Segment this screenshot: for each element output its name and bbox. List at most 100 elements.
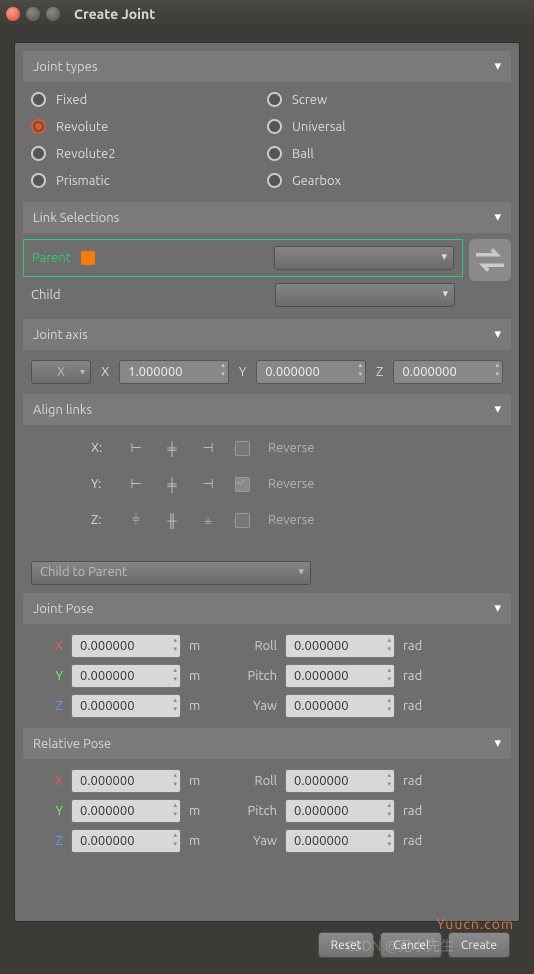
reverse-y-checkbox[interactable] bbox=[235, 477, 250, 492]
relpose-pitch-label: Pitch bbox=[217, 804, 277, 818]
align-max-icon[interactable]: ⫨ bbox=[199, 511, 217, 529]
axis-y-input[interactable]: 0.000000 bbox=[256, 360, 366, 384]
align-center-icon[interactable]: ╪ bbox=[163, 475, 181, 493]
child-dropdown[interactable] bbox=[275, 283, 455, 307]
pose-z-input[interactable]: 0.000000 bbox=[71, 694, 181, 718]
pose-roll-input[interactable]: 0.000000 bbox=[285, 634, 395, 658]
section-label: Joint axis bbox=[33, 328, 88, 342]
unit-m: m bbox=[189, 774, 209, 788]
radio-fixed[interactable]: Fixed bbox=[31, 92, 267, 107]
radio-icon bbox=[267, 146, 282, 161]
watermark-site: Yuucn.com bbox=[437, 916, 514, 932]
align-center-icon[interactable]: ╫ bbox=[163, 511, 181, 529]
pose-yaw-input[interactable]: 0.000000 bbox=[285, 694, 395, 718]
relpose-pitch-input[interactable]: 0.000000 bbox=[285, 799, 395, 823]
pose-x-input[interactable]: 0.000000 bbox=[71, 634, 181, 658]
create-button[interactable]: Create bbox=[448, 932, 510, 958]
radio-revolute[interactable]: Revolute bbox=[31, 119, 267, 134]
unit-m: m bbox=[189, 699, 209, 713]
unit-m: m bbox=[189, 669, 209, 683]
radio-gearbox[interactable]: Gearbox bbox=[267, 173, 503, 188]
align-y-label: Y: bbox=[91, 477, 109, 491]
unit-m: m bbox=[189, 834, 209, 848]
section-label: Align links bbox=[33, 403, 92, 417]
section-link-selections[interactable]: Link Selections ▾ bbox=[23, 202, 511, 233]
axis-z-label: Z bbox=[376, 365, 383, 379]
pose-z-label: Z bbox=[39, 699, 63, 713]
pose-pitch-input[interactable]: 0.000000 bbox=[285, 664, 395, 688]
reverse-x-checkbox[interactable] bbox=[235, 441, 250, 456]
pose-x-label: X bbox=[39, 639, 63, 653]
watermark-csdn: CSDN @无水先生 bbox=[346, 936, 454, 956]
relpose-yaw-label: Yaw bbox=[217, 834, 277, 848]
relpose-x-input[interactable]: 0.000000 bbox=[71, 769, 181, 793]
align-max-icon[interactable]: ⊣ bbox=[199, 475, 217, 493]
radio-ball[interactable]: Ball bbox=[267, 146, 503, 161]
unit-rad: rad bbox=[403, 804, 433, 818]
radio-icon bbox=[31, 173, 46, 188]
parent-color-swatch bbox=[81, 251, 95, 265]
unit-rad: rad bbox=[403, 699, 433, 713]
radio-icon bbox=[267, 92, 282, 107]
align-min-icon[interactable]: ⊢ bbox=[127, 475, 145, 493]
pose-roll-label: Roll bbox=[217, 639, 277, 653]
axis-y-label: Y bbox=[239, 365, 247, 379]
unit-rad: rad bbox=[403, 639, 433, 653]
swap-links-button[interactable] bbox=[469, 239, 511, 281]
section-joint-axis[interactable]: Joint axis ▾ bbox=[23, 319, 511, 350]
parent-dropdown[interactable] bbox=[274, 246, 454, 270]
radio-icon bbox=[267, 173, 282, 188]
reverse-label: Reverse bbox=[268, 477, 315, 491]
reverse-z-checkbox[interactable] bbox=[235, 513, 250, 528]
main-panel: Joint types ▾ Fixed Screw Revolute Unive… bbox=[14, 42, 520, 922]
align-min-icon[interactable]: ⊢ bbox=[127, 439, 145, 457]
pose-pitch-label: Pitch bbox=[217, 669, 277, 683]
reverse-label: Reverse bbox=[268, 513, 315, 527]
relpose-roll-label: Roll bbox=[217, 774, 277, 788]
window-title: Create Joint bbox=[74, 6, 155, 22]
unit-rad: rad bbox=[403, 774, 433, 788]
align-row-z: Z: ⫩ ╫ ⫨ Reverse bbox=[31, 511, 503, 529]
section-relative-pose[interactable]: Relative Pose ▾ bbox=[23, 728, 511, 759]
relpose-yaw-input[interactable]: 0.000000 bbox=[285, 829, 395, 853]
radio-icon bbox=[31, 92, 46, 107]
section-joint-pose[interactable]: Joint Pose ▾ bbox=[23, 593, 511, 624]
chevron-down-icon: ▾ bbox=[494, 736, 501, 751]
chevron-down-icon: ▾ bbox=[494, 601, 501, 616]
align-row-y: Y: ⊢ ╪ ⊣ Reverse bbox=[31, 475, 503, 493]
maximize-icon[interactable] bbox=[46, 7, 60, 21]
align-mode-dropdown[interactable]: Child to Parent bbox=[31, 561, 311, 585]
unit-rad: rad bbox=[403, 834, 433, 848]
axis-z-input[interactable]: 0.000000 bbox=[393, 360, 503, 384]
section-align-links[interactable]: Align links ▾ bbox=[23, 394, 511, 425]
chevron-down-icon: ▾ bbox=[494, 327, 501, 342]
relpose-y-input[interactable]: 0.000000 bbox=[71, 799, 181, 823]
section-label: Relative Pose bbox=[33, 737, 111, 751]
chevron-down-icon: ▾ bbox=[494, 402, 501, 417]
pose-y-label: Y bbox=[39, 669, 63, 683]
axis-row: X X 1.000000 Y 0.000000 Z 0.000000 bbox=[23, 350, 511, 394]
radio-screw[interactable]: Screw bbox=[267, 92, 503, 107]
align-center-icon[interactable]: ╪ bbox=[163, 439, 181, 457]
axis-selector[interactable]: X bbox=[31, 360, 91, 384]
align-grid: X: ⊢ ╪ ⊣ Reverse Y: ⊢ ╪ ⊣ Reverse Z: ⫩ ╫… bbox=[23, 425, 511, 561]
pose-y-input[interactable]: 0.000000 bbox=[71, 664, 181, 688]
close-icon[interactable] bbox=[6, 7, 20, 21]
relpose-z-input[interactable]: 0.000000 bbox=[71, 829, 181, 853]
unit-rad: rad bbox=[403, 669, 433, 683]
axis-x-label: X bbox=[101, 365, 109, 379]
section-joint-types[interactable]: Joint types ▾ bbox=[23, 51, 511, 82]
section-label: Joint types bbox=[33, 60, 97, 74]
relpose-roll-input[interactable]: 0.000000 bbox=[285, 769, 395, 793]
minimize-icon[interactable] bbox=[26, 7, 40, 21]
radio-revolute2[interactable]: Revolute2 bbox=[31, 146, 267, 161]
relpose-y-label: Y bbox=[39, 804, 63, 818]
align-max-icon[interactable]: ⊣ bbox=[199, 439, 217, 457]
radio-prismatic[interactable]: Prismatic bbox=[31, 173, 267, 188]
axis-x-input[interactable]: 1.000000 bbox=[119, 360, 229, 384]
chevron-down-icon: ▾ bbox=[494, 210, 501, 225]
unit-m: m bbox=[189, 804, 209, 818]
radio-universal[interactable]: Universal bbox=[267, 119, 503, 134]
align-min-icon[interactable]: ⫩ bbox=[127, 511, 145, 529]
unit-m: m bbox=[189, 639, 209, 653]
